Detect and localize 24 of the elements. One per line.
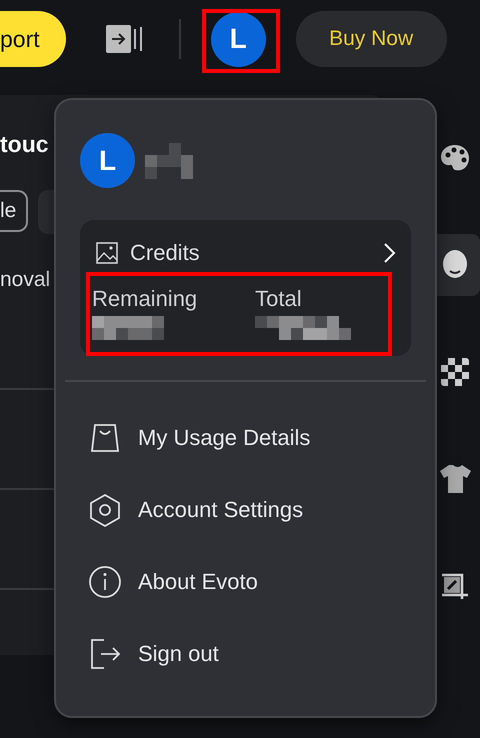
buy-now-button[interactable]: Buy Now (296, 11, 447, 67)
shopping-bag-icon (88, 421, 122, 455)
credits-row[interactable]: Credits (92, 240, 397, 266)
info-icon (88, 565, 122, 599)
shirt-icon (438, 462, 472, 496)
export-button[interactable]: port (0, 11, 66, 67)
menu-item[interactable]: My Usage Details (80, 416, 411, 460)
menu-item[interactable]: Account Settings (80, 488, 411, 532)
credits-column-label: Total (255, 286, 303, 312)
menu-item[interactable]: About Evoto (80, 560, 411, 604)
chevron-right-icon (383, 242, 397, 264)
section-heading: touc (0, 131, 49, 158)
menu-item[interactable]: Sign out (80, 632, 411, 676)
option-chip[interactable]: le (0, 190, 28, 232)
settings-icon (88, 493, 122, 527)
image-icon (96, 242, 118, 264)
panel-collapse-icon[interactable] (106, 25, 144, 53)
user-avatar[interactable]: L (210, 12, 266, 66)
credits-column-label: Remaining (92, 286, 198, 312)
checker-icon (438, 355, 472, 389)
sign-out-icon (88, 637, 122, 671)
user-avatar: L (80, 133, 135, 188)
redacted-drawing (145, 142, 193, 178)
option-label: noval (0, 268, 50, 292)
